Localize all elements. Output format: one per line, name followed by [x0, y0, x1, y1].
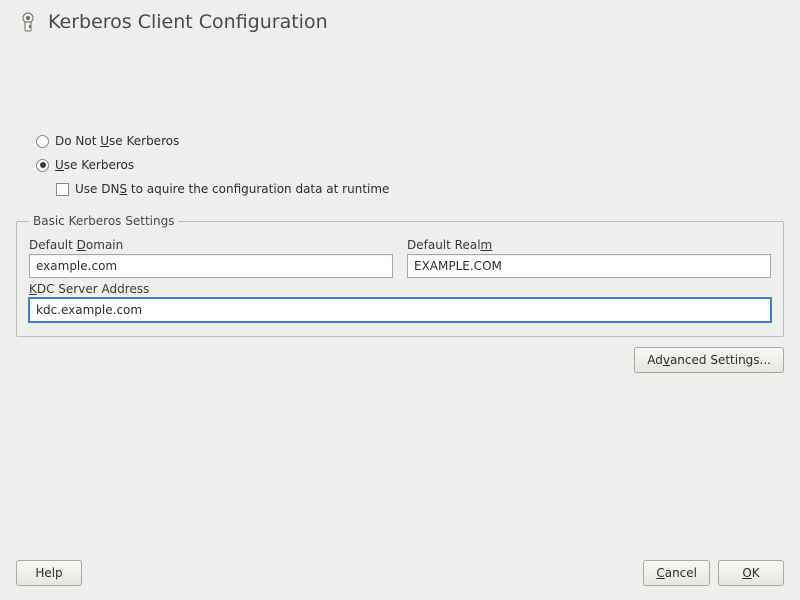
- kerberos-mode-options: Do Not Use Kerberos Use Kerberos Use DNS…: [36, 134, 784, 196]
- kdc-address-label: KDC Server Address: [29, 282, 771, 296]
- radio-do-not-use-kerberos[interactable]: Do Not Use Kerberos: [36, 134, 784, 148]
- kerberos-icon: [16, 10, 40, 34]
- dialog-footer: Help Cancel OK: [16, 560, 784, 586]
- default-domain-input[interactable]: [29, 254, 393, 278]
- checkbox-label: Use DNS to aquire the configuration data…: [75, 182, 389, 196]
- radio-label: Use Kerberos: [55, 158, 134, 172]
- kerberos-config-window: Kerberos Client Configuration Do Not Use…: [0, 0, 800, 600]
- checkbox-icon: [56, 183, 69, 196]
- radio-icon: [36, 135, 49, 148]
- ok-button[interactable]: OK: [718, 560, 784, 586]
- radio-use-kerberos[interactable]: Use Kerberos: [36, 158, 784, 172]
- window-title-row: Kerberos Client Configuration: [16, 10, 784, 34]
- advanced-settings-button[interactable]: Advanced Settings...: [634, 347, 784, 373]
- checkbox-use-dns[interactable]: Use DNS to aquire the configuration data…: [56, 182, 784, 196]
- default-realm-input[interactable]: [407, 254, 771, 278]
- basic-kerberos-settings-group: Basic Kerberos Settings Default Domain D…: [16, 214, 784, 337]
- radio-label: Do Not Use Kerberos: [55, 134, 179, 148]
- default-realm-label: Default Realm: [407, 238, 771, 252]
- cancel-button[interactable]: Cancel: [643, 560, 710, 586]
- kdc-address-input[interactable]: [29, 298, 771, 322]
- radio-icon: [36, 159, 49, 172]
- default-domain-label: Default Domain: [29, 238, 393, 252]
- group-legend: Basic Kerberos Settings: [29, 214, 178, 228]
- help-button[interactable]: Help: [16, 560, 82, 586]
- page-title: Kerberos Client Configuration: [48, 11, 328, 33]
